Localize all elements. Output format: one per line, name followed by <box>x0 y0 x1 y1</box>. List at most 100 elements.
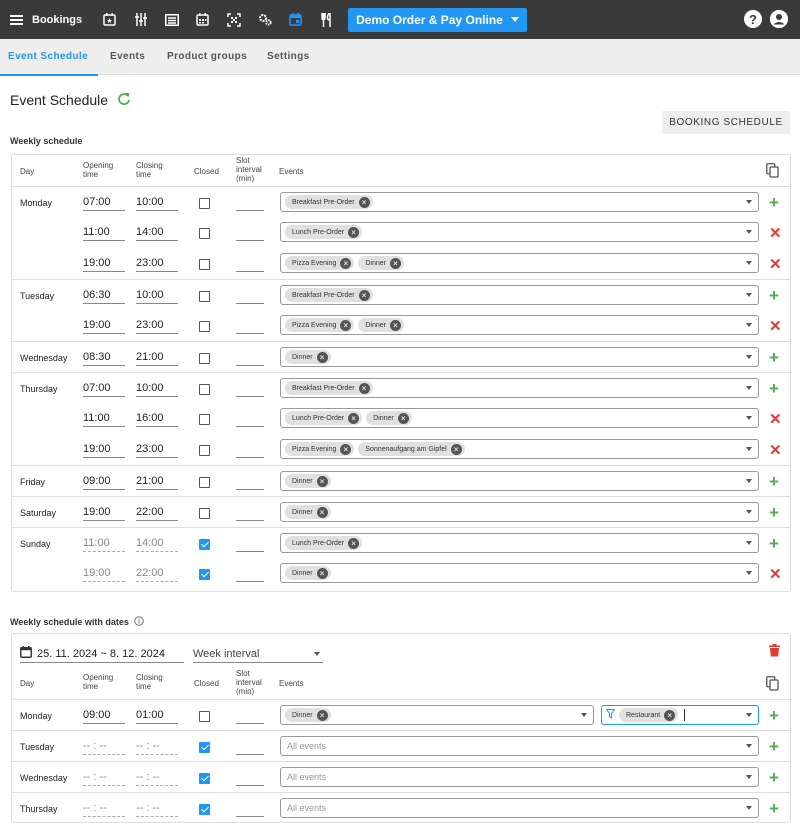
opening-time-input[interactable]: 06:30 <box>83 286 125 304</box>
help-icon[interactable]: ? <box>744 10 762 28</box>
close-icon[interactable]: × <box>316 567 328 579</box>
remove-row-icon[interactable]: ✕ <box>769 411 782 428</box>
close-icon[interactable]: × <box>316 506 328 518</box>
closing-time-input[interactable]: -- : -- <box>136 768 178 786</box>
closing-time-input[interactable]: 23:00 <box>136 254 178 272</box>
add-row-icon[interactable]: + <box>769 287 779 304</box>
opening-time-input[interactable]: 19:00 <box>83 564 125 582</box>
remove-row-icon[interactable]: ✕ <box>769 442 782 459</box>
closing-time-input[interactable]: 21:00 <box>136 472 178 490</box>
opening-time-input[interactable]: -- : -- <box>83 737 125 755</box>
close-icon[interactable]: × <box>397 412 409 424</box>
list-icon[interactable] <box>156 8 187 32</box>
close-icon[interactable]: × <box>348 537 360 549</box>
opening-time-input[interactable]: 11:00 <box>83 223 125 241</box>
closing-time-input[interactable]: 16:00 <box>136 409 178 427</box>
events-select[interactable]: Breakfast Pre-Order × <box>280 192 759 212</box>
slot-interval-input[interactable] <box>236 254 264 272</box>
events-select[interactable]: Dinner × <box>280 563 759 583</box>
venue-selector[interactable]: Demo Order & Pay Online <box>348 7 527 32</box>
cutlery-icon[interactable] <box>311 8 342 32</box>
calendar-star-icon[interactable] <box>94 8 125 32</box>
date-range-field[interactable]: 25. 11. 2024 ~ 8. 12. 2024 <box>20 645 184 663</box>
sliders-icon[interactable] <box>125 8 156 32</box>
close-icon[interactable]: × <box>358 382 370 394</box>
closing-time-input[interactable]: 23:00 <box>136 316 178 334</box>
closed-checkbox[interactable] <box>199 353 210 364</box>
remove-row-icon[interactable]: ✕ <box>769 318 782 335</box>
add-row-icon[interactable]: + <box>769 707 779 724</box>
closing-time-input[interactable]: 10:00 <box>136 286 178 304</box>
closed-checkbox[interactable] <box>199 259 210 270</box>
slot-interval-input[interactable] <box>236 409 264 427</box>
remove-row-icon[interactable]: ✕ <box>769 225 782 242</box>
opening-time-input[interactable]: 11:00 <box>83 409 125 427</box>
events-select[interactable]: Lunch Pre-Order × <box>280 533 759 553</box>
close-icon[interactable]: × <box>348 226 360 238</box>
opening-time-input[interactable]: 19:00 <box>83 503 125 521</box>
closing-time-input[interactable]: 10:00 <box>136 193 178 211</box>
add-row-icon[interactable]: + <box>769 380 779 397</box>
opening-time-input[interactable]: 08:30 <box>83 348 125 366</box>
closed-checkbox[interactable] <box>199 414 210 425</box>
slot-interval-input[interactable] <box>236 316 264 334</box>
closed-checkbox[interactable] <box>199 804 210 815</box>
close-icon[interactable]: × <box>316 709 328 721</box>
slot-interval-input[interactable] <box>236 193 264 211</box>
closed-checkbox[interactable] <box>199 198 210 209</box>
closed-checkbox[interactable] <box>199 569 210 580</box>
close-icon[interactable]: × <box>340 443 352 455</box>
slot-interval-input[interactable] <box>236 503 264 521</box>
remove-row-icon[interactable]: ✕ <box>769 566 782 583</box>
close-icon[interactable]: × <box>358 196 370 208</box>
cogs-icon[interactable] <box>249 8 280 32</box>
slot-interval-input[interactable] <box>236 348 264 366</box>
tab-product-groups[interactable]: Product groups <box>167 39 247 75</box>
slot-interval-input[interactable] <box>236 379 264 397</box>
opening-time-input[interactable]: 19:00 <box>83 254 125 272</box>
close-icon[interactable]: × <box>389 319 401 331</box>
tab-events[interactable]: Events <box>110 39 145 75</box>
account-icon[interactable] <box>770 10 788 28</box>
events-select[interactable]: Breakfast Pre-Order × <box>280 285 759 305</box>
opening-time-input[interactable]: 11:00 <box>83 534 125 552</box>
trash-icon[interactable] <box>769 644 780 660</box>
close-icon[interactable]: × <box>316 475 328 487</box>
copy-icon[interactable] <box>766 676 779 694</box>
refresh-icon[interactable] <box>117 92 131 109</box>
interval-select[interactable]: Week interval <box>193 645 323 663</box>
tab-settings[interactable]: Settings <box>267 39 310 75</box>
closed-checkbox[interactable] <box>199 742 210 753</box>
add-row-icon[interactable]: + <box>769 769 779 786</box>
events-select[interactable]: All events <box>280 736 759 756</box>
slot-interval-input[interactable] <box>236 440 264 458</box>
closing-time-input[interactable]: 22:00 <box>136 503 178 521</box>
events-select[interactable]: Breakfast Pre-Order × <box>280 378 759 398</box>
info-icon[interactable] <box>134 616 144 628</box>
events-select[interactable]: Dinner × <box>280 347 759 367</box>
closing-time-input[interactable]: 14:00 <box>136 534 178 552</box>
events-select[interactable]: Dinner × <box>280 705 594 725</box>
close-icon[interactable]: × <box>340 257 352 269</box>
events-select[interactable]: Pizza Evening × Dinner × <box>280 315 759 335</box>
events-select[interactable]: Lunch Pre-Order × Dinner × <box>280 408 759 428</box>
events-select[interactable]: Dinner × <box>280 502 759 522</box>
slot-interval-input[interactable] <box>236 564 264 582</box>
qr-code-icon[interactable] <box>218 8 249 32</box>
calendar-grid-icon[interactable] <box>187 8 218 32</box>
opening-time-input[interactable]: -- : -- <box>83 768 125 786</box>
opening-time-input[interactable]: 19:00 <box>83 440 125 458</box>
slot-interval-input[interactable] <box>236 799 264 817</box>
closing-time-input[interactable]: 14:00 <box>136 223 178 241</box>
slot-interval-input[interactable] <box>236 534 264 552</box>
opening-time-input[interactable]: 07:00 <box>83 193 125 211</box>
closing-time-input[interactable]: 23:00 <box>136 440 178 458</box>
copy-icon[interactable] <box>766 163 779 181</box>
opening-time-input[interactable]: 09:00 <box>83 472 125 490</box>
closed-checkbox[interactable] <box>199 539 210 550</box>
closed-checkbox[interactable] <box>199 228 210 239</box>
close-icon[interactable]: × <box>316 351 328 363</box>
slot-interval-input[interactable] <box>236 472 264 490</box>
close-icon[interactable]: × <box>389 257 401 269</box>
add-row-icon[interactable]: + <box>769 535 779 552</box>
